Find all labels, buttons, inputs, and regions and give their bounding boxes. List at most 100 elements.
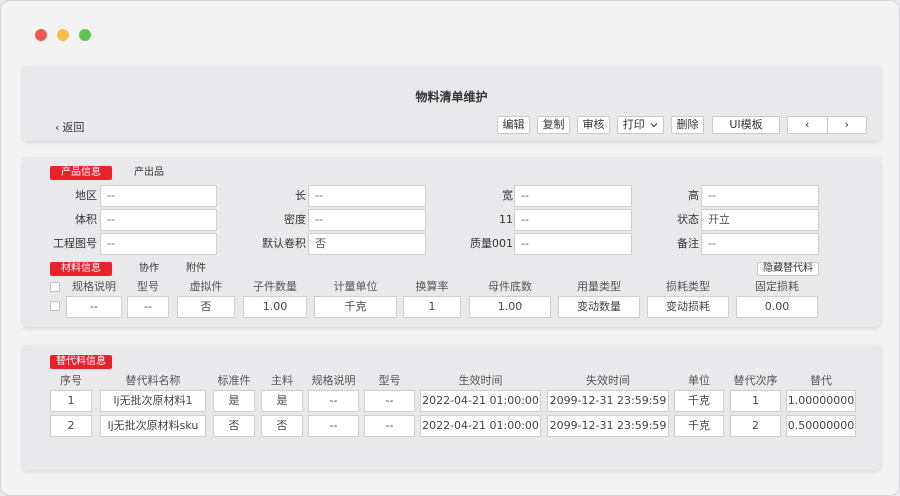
app-window: 物料清单维护 ‹ 返回 编辑 复制 审核 打印 删除 UI模板 ‹ › 产品信息 … [0,0,900,496]
col-header: 规格说明 [311,374,356,387]
substitute-cell[interactable]: 0.50000000 [786,415,856,437]
material-cell[interactable]: -- [66,296,122,318]
col-header: 生效时间 [458,374,503,387]
substitute-cell[interactable]: 2022-04-21 01:00:00 [420,415,541,437]
col-header: 型号 [137,280,159,293]
print-dropdown[interactable]: 打印 [617,116,664,134]
material-cell[interactable]: 变动数量 [558,296,640,318]
substitute-cell[interactable]: lj无批次原材料1 [100,390,206,412]
back-button[interactable]: ‹ 返回 [55,119,84,135]
review-button[interactable]: 审核 [577,116,610,134]
substitute-cell[interactable]: 千克 [674,415,724,437]
col-header: 主料 [271,374,293,387]
field-label: 高 [688,189,699,202]
region-field[interactable]: -- [100,185,217,207]
chevron-left-icon: ‹ [55,121,60,134]
delete-button[interactable]: 删除 [671,116,704,134]
field-11[interactable]: -- [514,209,632,231]
copy-button[interactable]: 复制 [537,116,570,134]
col-header: 计量单位 [333,280,378,293]
chevron-down-icon [650,123,658,128]
field-label: 地区 [75,189,97,202]
substitute-cell[interactable]: 千克 [674,390,724,412]
tab-product-info[interactable]: 产品信息 [50,166,112,180]
length-field[interactable]: -- [308,185,426,207]
col-header: 固定损耗 [755,280,799,293]
next-record-button[interactable]: › [828,117,867,133]
col-header: 替代 [810,374,832,387]
material-cell[interactable]: 0.00 [736,296,818,318]
material-cell[interactable]: -- [127,296,169,318]
hide-substitutes-button[interactable]: 隐藏替代料 [757,262,819,276]
substitute-cell[interactable]: 否 [213,415,255,437]
substitute-cell[interactable]: 2099-12-31 23:59:59 [547,390,669,412]
col-header: 型号 [378,374,401,387]
col-header: 用量类型 [577,280,621,293]
substitute-cell[interactable]: -- [308,415,359,437]
back-label: 返回 [62,121,85,134]
material-cell[interactable]: 千克 [314,296,397,318]
material-cell[interactable]: 1.00 [243,296,307,318]
col-header: 损耗类型 [666,280,710,293]
select-all-checkbox[interactable] [50,282,60,292]
edit-button[interactable]: 编辑 [497,116,530,134]
substitute-cell[interactable]: 1.00000000 [786,390,856,412]
substitute-cell[interactable]: lj无批次原材料sku [100,415,206,437]
material-cell[interactable]: 1.00 [469,296,551,318]
col-header: 规格说明 [72,280,116,293]
material-cell[interactable]: 1 [403,296,461,318]
default-roll-field[interactable]: 否 [308,233,426,255]
field-label: 长 [295,189,306,202]
substitute-cell[interactable]: 2099-12-31 23:59:59 [547,415,669,437]
tab-collaboration[interactable]: 协作 [139,262,159,276]
substitute-cell[interactable]: 1 [50,390,92,412]
substitute-cell[interactable]: 2 [50,415,92,437]
width-field[interactable]: -- [514,185,632,207]
remark-field[interactable]: -- [701,233,819,255]
page-title: 物料清单维护 [415,90,488,104]
substitute-cell[interactable]: 是 [261,390,303,412]
field-label: 备注 [677,237,699,250]
field-label: 质量001 [470,237,513,250]
density-field[interactable]: -- [308,209,426,231]
substitute-cell[interactable]: -- [364,390,415,412]
substitute-cell[interactable]: -- [308,390,359,412]
tab-substitute-info[interactable]: 替代料信息 [50,355,112,369]
substitute-cell[interactable]: 1 [730,390,781,412]
substitute-cell[interactable]: 是 [213,390,255,412]
drawing-number-field[interactable]: -- [100,233,217,255]
field-label: 状态 [677,213,699,226]
col-header: 序号 [60,374,82,387]
minimize-window-button[interactable] [57,29,69,41]
material-cell[interactable]: 否 [177,296,235,318]
prev-record-button[interactable]: ‹ [788,117,828,133]
tab-material-info[interactable]: 材料信息 [50,262,112,276]
tab-output[interactable]: 产出品 [134,166,164,180]
status-field[interactable]: 开立 [701,209,819,231]
quality-field[interactable]: -- [514,233,632,255]
tab-attachments[interactable]: 附件 [186,262,206,276]
volume-field[interactable]: -- [100,209,217,231]
close-window-button[interactable] [35,29,47,41]
col-header: 替代次序 [733,374,778,387]
substitute-panel: 替代料信息 序号 替代料名称 标准件 主料 规格说明 型号 生效时间 失效时间 … [23,346,880,470]
field-label: 密度 [284,213,306,226]
row-checkbox[interactable] [50,301,60,311]
record-nav: ‹ › [787,116,867,134]
maximize-window-button[interactable] [79,29,91,41]
substitute-cell[interactable]: -- [364,415,415,437]
material-cell[interactable]: 变动损耗 [647,296,729,318]
height-field[interactable]: -- [701,185,819,207]
col-header: 失效时间 [586,374,630,387]
substitute-cell[interactable]: 2022-04-21 01:00:00 [420,390,541,412]
field-label: 工程图号 [53,237,97,250]
col-header: 虚拟件 [189,280,223,293]
substitute-cell[interactable]: 2 [730,415,781,437]
substitute-cell[interactable]: 否 [261,415,303,437]
ui-template-button[interactable]: UI模板 [712,116,780,134]
col-header: 替代料名称 [125,374,181,387]
col-header: 子件数量 [253,280,297,293]
field-label: 体积 [75,213,97,226]
product-material-panel: 产品信息 产出品 地区 -- 长 -- 宽 -- 高 -- 体积 -- 密度 -… [23,158,880,327]
field-label: 默认卷积 [262,237,306,250]
